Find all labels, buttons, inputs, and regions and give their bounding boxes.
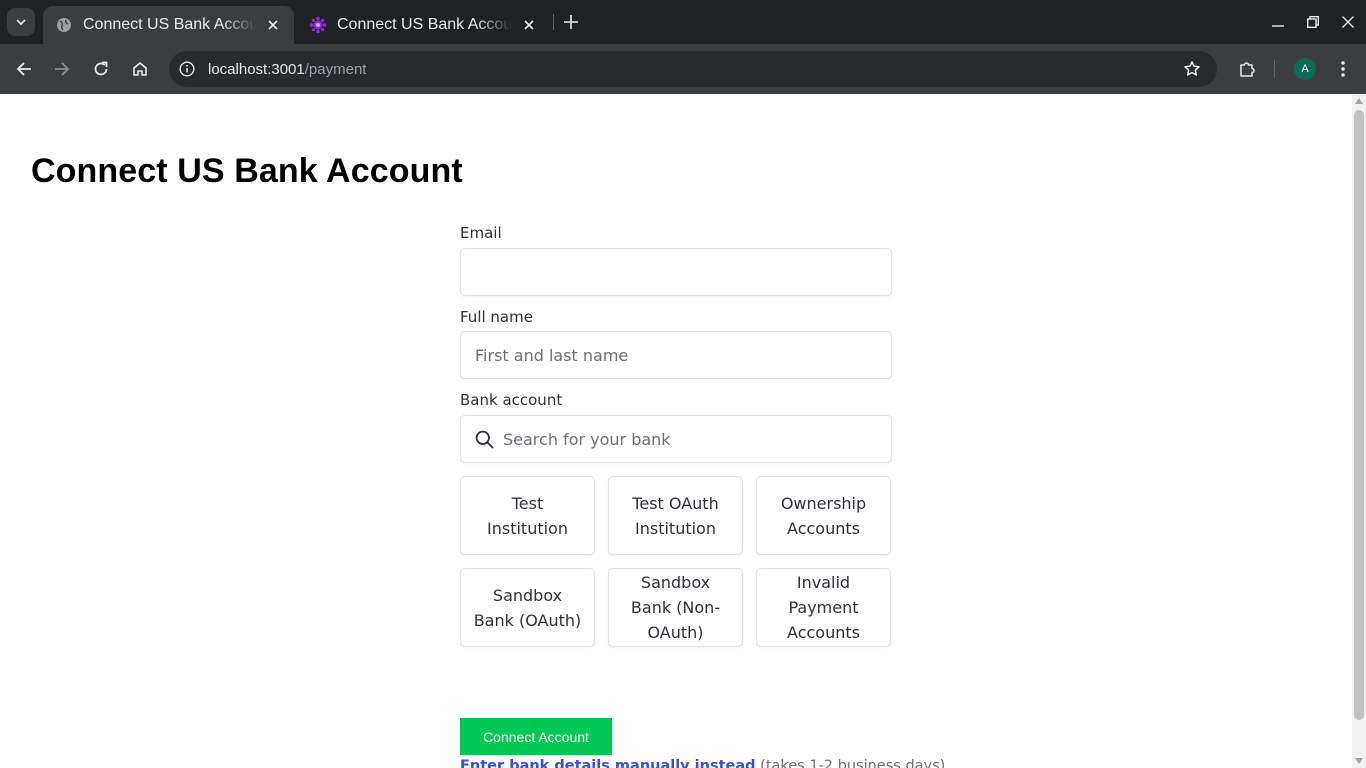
page-title: Connect US Bank Account xyxy=(31,152,463,190)
close-window-button[interactable] xyxy=(1338,12,1358,32)
kebab-menu-icon xyxy=(1341,61,1345,77)
close-tab-icon[interactable] xyxy=(264,16,282,34)
email-field-wrapper xyxy=(460,248,892,296)
browser-tabstrip: Connect US Bank Account Connect US Bank … xyxy=(0,0,1366,44)
bank-account-label: Bank account xyxy=(460,391,563,409)
tab-search-button[interactable] xyxy=(7,8,35,36)
close-icon xyxy=(1342,16,1354,28)
connect-account-button[interactable]: Connect Account xyxy=(460,718,612,755)
scroll-down-arrow[interactable] xyxy=(1355,758,1363,764)
plus-icon xyxy=(564,15,578,29)
manual-entry-note: (takes 1-2 business days) xyxy=(760,758,946,768)
manual-entry-link[interactable]: Enter bank details manually instead xyxy=(460,758,756,768)
bank-tile[interactable]: Invalid Payment Accounts xyxy=(756,568,891,647)
site-info-icon[interactable] xyxy=(178,60,196,78)
tab-inactive[interactable]: Connect US Bank Account xyxy=(297,6,550,44)
page-viewport: Connect US Bank Account Email Full name … xyxy=(0,94,1352,768)
bank-tile[interactable]: Test Institution xyxy=(460,476,595,555)
back-button[interactable] xyxy=(12,57,36,81)
restore-button[interactable] xyxy=(1303,12,1323,32)
bank-tile[interactable]: Sandbox Bank (Non-OAuth) xyxy=(608,568,743,647)
url-path: /payment xyxy=(304,60,367,78)
address-url: localhost:3001/payment xyxy=(208,61,366,78)
globe-icon xyxy=(55,16,73,34)
bank-tile[interactable]: Test OAuth Institution xyxy=(608,476,743,555)
full-name-label: Full name xyxy=(460,308,533,326)
purple-burst-icon xyxy=(309,16,327,34)
bank-tile[interactable]: Sandbox Bank (OAuth) xyxy=(460,568,595,647)
bookmark-star-icon[interactable] xyxy=(1182,59,1202,79)
tab-divider xyxy=(553,14,554,30)
page-scrollbar[interactable] xyxy=(1352,94,1366,768)
restore-icon xyxy=(1307,16,1319,28)
new-tab-button[interactable] xyxy=(559,10,583,34)
reload-button[interactable] xyxy=(89,57,113,81)
bank-search-input[interactable] xyxy=(494,416,891,462)
scroll-up-arrow[interactable] xyxy=(1355,98,1363,104)
forward-button[interactable] xyxy=(50,57,74,81)
extensions-button[interactable] xyxy=(1235,57,1259,81)
full-name-field[interactable] xyxy=(461,332,891,378)
toolbar-divider xyxy=(1274,60,1275,78)
tab-active[interactable]: Connect US Bank Account xyxy=(43,6,294,44)
bank-search-wrapper xyxy=(460,415,892,463)
url-host: localhost:3001 xyxy=(208,60,305,78)
email-label: Email xyxy=(460,224,502,242)
bank-tile[interactable]: Ownership Accounts xyxy=(756,476,891,555)
search-icon xyxy=(474,429,494,449)
home-icon xyxy=(133,62,147,76)
close-tab-icon[interactable] xyxy=(520,16,538,34)
address-bar[interactable]: localhost:3001/payment xyxy=(169,51,1217,87)
scrollbar-thumb[interactable] xyxy=(1354,110,1364,720)
chevron-down-icon xyxy=(16,19,26,26)
browser-toolbar: localhost:3001/payment A xyxy=(0,44,1366,94)
tab-title: Connect US Bank Account xyxy=(337,16,512,33)
manual-entry-row: Enter bank details manually instead (tak… xyxy=(460,758,945,768)
tab-title: Connect US Bank Account xyxy=(83,16,256,33)
browser-menu-button[interactable] xyxy=(1331,57,1355,81)
home-button[interactable] xyxy=(128,57,152,81)
minimize-button[interactable] xyxy=(1268,12,1288,32)
profile-avatar[interactable]: A xyxy=(1294,58,1316,80)
reload-icon xyxy=(94,61,108,76)
arrow-right-icon xyxy=(55,62,70,76)
arrow-left-icon xyxy=(16,62,31,76)
email-field[interactable] xyxy=(461,249,891,295)
minimize-icon xyxy=(1272,25,1284,27)
puzzle-icon xyxy=(1240,62,1255,77)
full-name-field-wrapper xyxy=(460,331,892,379)
